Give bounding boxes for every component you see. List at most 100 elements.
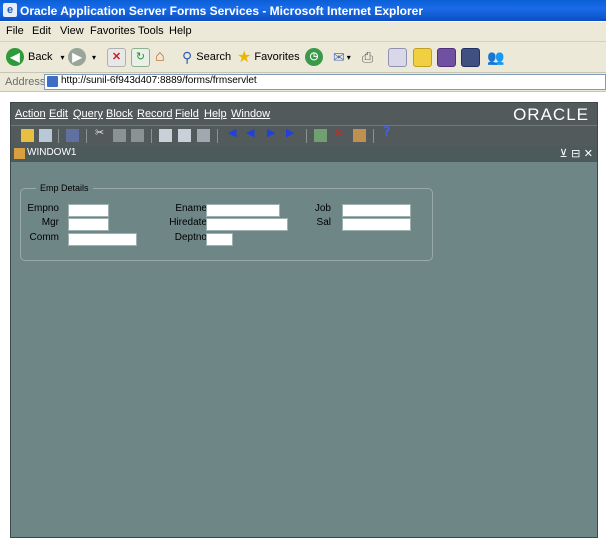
copy-icon[interactable] xyxy=(113,129,126,142)
delete-record-icon[interactable]: ✕ xyxy=(334,126,343,139)
mgr-label: Mgr xyxy=(41,217,59,228)
forms-menu-window[interactable]: Window xyxy=(231,108,270,120)
favorites-label: Favorites xyxy=(254,51,300,63)
toolbar-separator xyxy=(151,129,152,143)
print-icon: ⎙ xyxy=(362,48,374,65)
favorites-button[interactable]: ★ Favorites xyxy=(237,47,300,67)
print-icon[interactable] xyxy=(39,129,52,142)
ename-field[interactable] xyxy=(206,204,280,217)
address-label: Address xyxy=(5,76,46,88)
research-button[interactable] xyxy=(437,47,456,67)
comm-field[interactable] xyxy=(68,233,137,246)
refresh-icon: ↻ xyxy=(131,47,150,67)
help-icon[interactable]: ? xyxy=(383,126,391,139)
messenger-icon: 👥 xyxy=(487,48,505,65)
discuss-icon xyxy=(413,47,432,67)
paste-icon[interactable] xyxy=(131,129,144,142)
forms-menu-bar: Action Edit Query Block Record Field Hel… xyxy=(11,103,597,125)
first-block-icon[interactable]: ◀ xyxy=(228,126,236,139)
hiredate-field[interactable] xyxy=(206,218,288,231)
empno-label: Empno xyxy=(27,203,59,214)
toolbar-separator xyxy=(306,129,307,143)
search-label: Search xyxy=(196,51,232,63)
empno-field[interactable] xyxy=(68,204,109,217)
sal-label: Sal xyxy=(316,217,331,228)
job-label: Job xyxy=(314,203,331,214)
menu-file[interactable]: File xyxy=(6,25,24,37)
execute-query-icon[interactable] xyxy=(178,129,191,142)
mail-dropdown-icon: ▾ xyxy=(346,52,351,62)
menu-view[interactable]: View xyxy=(60,25,84,37)
browser-title-bar: e Oracle Application Server Forms Servic… xyxy=(0,0,606,21)
media-button[interactable] xyxy=(461,47,480,67)
forms-menu-field[interactable]: Field xyxy=(175,108,199,120)
edit-page-button[interactable] xyxy=(388,47,407,67)
history-icon: ◷ xyxy=(305,48,323,66)
ename-label: Ename xyxy=(175,203,207,214)
forms-menu-help[interactable]: Help xyxy=(204,108,227,120)
toolbar-separator xyxy=(86,129,87,143)
frame-title: Emp Details xyxy=(36,183,93,193)
job-field[interactable] xyxy=(342,204,411,217)
mail-button[interactable]: ✉ ▾ xyxy=(333,47,351,67)
enter-query-icon[interactable] xyxy=(159,129,172,142)
research-icon xyxy=(437,47,456,67)
deptno-label: Deptno xyxy=(174,232,207,243)
oracle-logo: ORACLE xyxy=(513,105,589,124)
forward-button[interactable]: ▶ ▾ xyxy=(68,47,96,67)
cancel-query-icon[interactable] xyxy=(197,129,210,142)
forward-arrow-icon: ▶ xyxy=(68,48,86,66)
forms-menu-edit[interactable]: Edit xyxy=(49,108,68,120)
insert-record-icon[interactable] xyxy=(314,129,327,142)
forward-dropdown-icon[interactable]: ▾ xyxy=(92,53,96,62)
forms-menu-record[interactable]: Record xyxy=(137,108,172,120)
forms-menu-block[interactable]: Block xyxy=(106,108,133,120)
mgr-field[interactable] xyxy=(68,218,109,231)
print-button[interactable]: ⎙ xyxy=(362,47,373,67)
forms-window-icon xyxy=(14,148,25,159)
search-icon: ⚲ xyxy=(182,48,193,65)
menu-help[interactable]: Help xyxy=(169,25,192,37)
browser-menu-bar: File Edit View Favorites Tools Help xyxy=(0,22,606,42)
next-record-icon[interactable]: ▶ xyxy=(267,126,275,139)
history-button[interactable]: ◷ xyxy=(305,47,323,67)
forms-canvas: Emp Details Empno Ename Job Mgr Hiredate… xyxy=(11,162,597,537)
menu-edit[interactable]: Edit xyxy=(32,25,51,37)
toolbar-separator xyxy=(373,129,374,143)
save-icon[interactable] xyxy=(21,129,34,142)
messenger-button[interactable]: 👥 xyxy=(487,47,504,67)
back-button[interactable]: ◀ Back ▾ xyxy=(6,47,64,67)
discuss-button[interactable] xyxy=(413,47,432,67)
toolbar-separator xyxy=(58,129,59,143)
browser-title: Oracle Application Server Forms Services… xyxy=(20,4,424,18)
mail-icon: ✉ xyxy=(333,48,345,65)
toolbar-separator xyxy=(217,129,218,143)
lock-record-icon[interactable] xyxy=(353,129,366,142)
emp-details-frame: Emp Details Empno Ename Job Mgr Hiredate… xyxy=(20,183,433,261)
last-block-icon[interactable]: ▶ xyxy=(286,126,294,139)
window-controls[interactable]: ⊻ ⊟ ✕ xyxy=(560,147,593,160)
exit-icon[interactable] xyxy=(66,129,79,142)
stop-icon: ✕ xyxy=(107,47,126,67)
cut-icon[interactable]: ✂ xyxy=(95,126,104,139)
address-input[interactable]: http://sunil-6f943d407:8889/forms/frmser… xyxy=(44,74,606,90)
forms-toolbar: ✂ ◀ ◀ ▶ ▶ ✕ ? xyxy=(11,125,597,146)
forms-menu-action[interactable]: Action xyxy=(15,108,46,120)
menu-favorites[interactable]: Favorites xyxy=(90,25,135,37)
back-dropdown-icon[interactable]: ▾ xyxy=(60,53,64,62)
back-label: Back xyxy=(28,51,53,63)
page-icon xyxy=(47,76,58,87)
home-icon: ⌂ xyxy=(155,48,165,65)
menu-tools[interactable]: Tools xyxy=(138,25,164,37)
home-button[interactable]: ⌂ xyxy=(155,47,165,67)
refresh-button[interactable]: ↻ xyxy=(131,47,150,67)
deptno-field[interactable] xyxy=(206,233,233,246)
previous-record-icon[interactable]: ◀ xyxy=(246,126,254,139)
browser-toolbar: ◀ Back ▾ ▶ ▾ ✕ ↻ ⌂ ⚲ Search ★ Favorites … xyxy=(0,42,606,73)
search-button[interactable]: ⚲ Search xyxy=(182,47,231,67)
stop-button[interactable]: ✕ xyxy=(107,47,126,67)
edit-page-icon xyxy=(388,47,407,67)
comm-label: Comm xyxy=(29,232,59,243)
forms-menu-query[interactable]: Query xyxy=(73,108,103,120)
sal-field[interactable] xyxy=(342,218,411,231)
